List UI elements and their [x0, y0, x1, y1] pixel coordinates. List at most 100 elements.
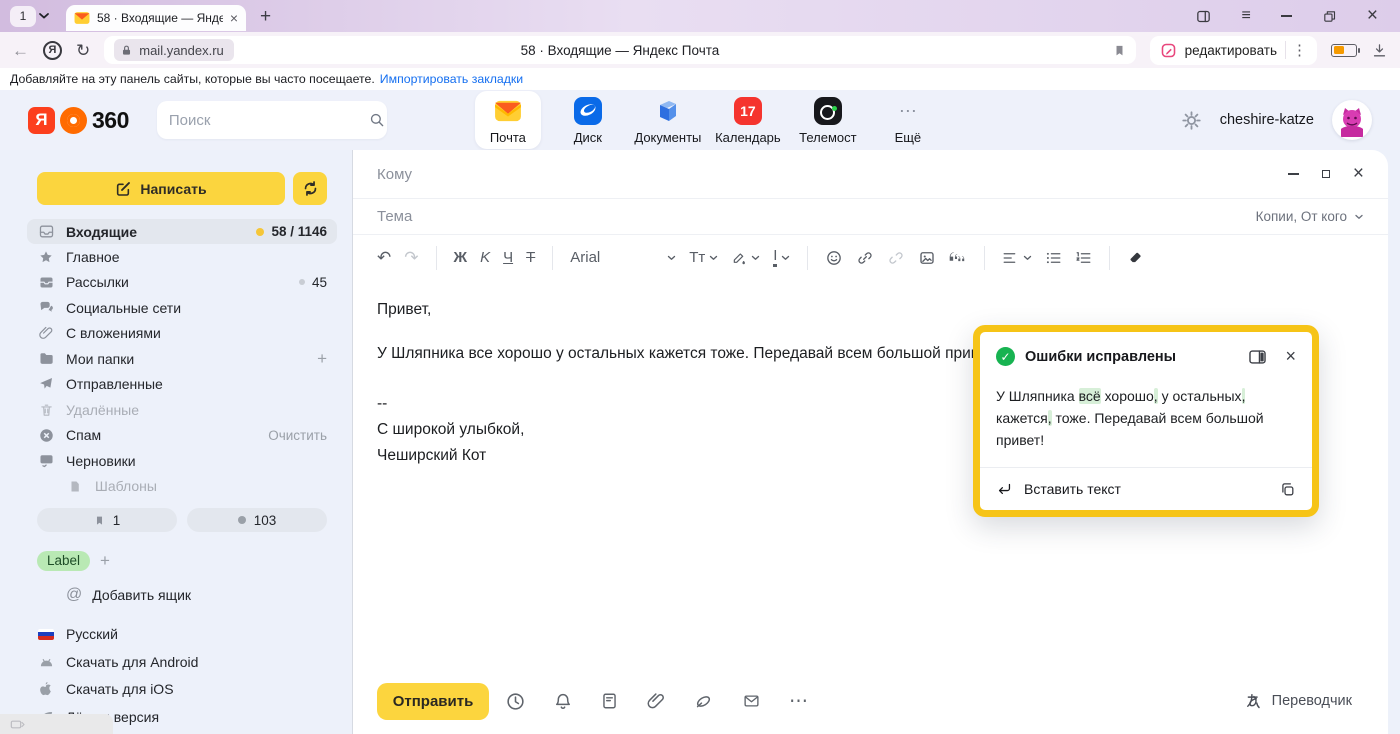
- notify-bell-icon[interactable]: [553, 691, 573, 712]
- copy-icon[interactable]: [1279, 481, 1296, 498]
- service-telemost[interactable]: Телемост: [795, 91, 861, 149]
- strikethrough-button[interactable]: Т: [526, 249, 535, 266]
- service-disk[interactable]: Диск: [555, 91, 621, 149]
- template-doc-icon[interactable]: [600, 691, 619, 711]
- compose-button[interactable]: Написать: [37, 172, 285, 205]
- browser-tab[interactable]: 58 · Входящие — Янде ×: [66, 5, 246, 31]
- schedule-send-icon[interactable]: [505, 691, 526, 712]
- add-mailbox[interactable]: @ Добавить ящик: [37, 586, 327, 604]
- documents-service-icon: [653, 96, 683, 126]
- send-button[interactable]: Отправить: [377, 683, 489, 720]
- insert-image-icon[interactable]: [918, 249, 936, 267]
- subject-field[interactable]: [377, 208, 1256, 225]
- popup-close-icon[interactable]: ×: [1285, 346, 1296, 367]
- font-family-select[interactable]: Arial: [570, 249, 676, 266]
- browser-corner-widget[interactable]: [0, 714, 113, 734]
- minimize-window-icon[interactable]: [1281, 15, 1292, 17]
- search-input[interactable]: [169, 112, 368, 129]
- redo-icon[interactable]: ↷: [404, 248, 418, 268]
- service-more[interactable]: ⋯ Ещё: [875, 91, 941, 149]
- label-tag[interactable]: Label: [37, 551, 90, 571]
- more-actions-icon[interactable]: ⋯: [789, 690, 808, 713]
- tab-count[interactable]: 1: [10, 6, 36, 27]
- numbered-list-icon[interactable]: [1075, 251, 1092, 265]
- browser-menu-icon[interactable]: ≡: [1242, 7, 1251, 25]
- insert-text-button[interactable]: Вставить текст: [1024, 481, 1121, 497]
- clear-spam-action[interactable]: Очистить: [268, 428, 327, 443]
- edit-more-icon[interactable]: ⋮: [1285, 41, 1307, 59]
- sidebar-item-main[interactable]: Главное: [37, 244, 327, 270]
- open-in-panel-icon[interactable]: [1248, 349, 1267, 365]
- seal-stamp-icon[interactable]: [693, 692, 714, 711]
- font-size-select[interactable]: Tт: [689, 249, 718, 266]
- compose-maximize-icon[interactable]: [1322, 170, 1330, 178]
- address-bar[interactable]: mail.yandex.ru 58 · Входящие — Яндекс По…: [104, 36, 1135, 64]
- service-documents[interactable]: Документы: [635, 91, 701, 149]
- downloads-icon[interactable]: [1371, 42, 1388, 59]
- underline-button[interactable]: Ч: [503, 249, 513, 266]
- language-link[interactable]: Русский: [37, 626, 327, 642]
- align-select[interactable]: [1002, 251, 1032, 265]
- back-icon[interactable]: ←: [12, 42, 29, 59]
- add-folder-icon[interactable]: +: [317, 349, 327, 369]
- sidebar-item-my-folders[interactable]: Мои папки +: [37, 346, 327, 372]
- bold-button[interactable]: Ж: [454, 249, 468, 266]
- service-mail[interactable]: Почта: [475, 91, 541, 149]
- refresh-button[interactable]: [293, 172, 327, 205]
- translator-button[interactable]: Переводчик: [1244, 692, 1364, 711]
- yandex360-logo[interactable]: Я 360: [28, 107, 129, 134]
- battery-icon[interactable]: [1331, 44, 1357, 57]
- italic-button[interactable]: K: [480, 249, 490, 266]
- unlink-icon[interactable]: [887, 249, 905, 267]
- clear-formatting-icon[interactable]: [1127, 249, 1144, 266]
- settings-gear-icon[interactable]: [1181, 110, 1202, 131]
- sidebar-item-sent[interactable]: Отправленные: [37, 372, 327, 398]
- compose-close-icon[interactable]: ×: [1353, 163, 1364, 185]
- service-calendar[interactable]: 17 Календарь: [715, 91, 781, 149]
- side-panel-icon[interactable]: [1195, 8, 1212, 25]
- username[interactable]: cheshire-katze: [1220, 112, 1314, 128]
- site-chip[interactable]: mail.yandex.ru: [114, 39, 234, 61]
- yandex-button[interactable]: Я: [43, 41, 62, 60]
- restore-window-icon[interactable]: [1322, 9, 1337, 24]
- sidebar-item-social[interactable]: Социальные сети: [37, 295, 327, 321]
- undo-icon[interactable]: ↶: [377, 248, 391, 268]
- pinned-filter-pill[interactable]: 1: [37, 508, 177, 532]
- download-android-link[interactable]: Скачать для Android: [37, 654, 327, 670]
- sidebar-item-trash[interactable]: Удалённые: [37, 397, 327, 423]
- avatar[interactable]: [1332, 100, 1372, 140]
- quote-icon[interactable]: [949, 251, 967, 265]
- emoji-icon[interactable]: [825, 249, 843, 267]
- text-color-select[interactable]: I: [773, 248, 790, 267]
- tab-group-control[interactable]: 1: [10, 6, 50, 27]
- postcard-envelope-icon[interactable]: [741, 692, 762, 710]
- sidebar-item-templates[interactable]: Шаблоны: [37, 474, 327, 500]
- reload-icon[interactable]: ↻: [76, 42, 90, 59]
- download-ios-link[interactable]: Скачать для iOS: [37, 681, 327, 697]
- link-icon[interactable]: [856, 249, 874, 267]
- to-field[interactable]: [377, 166, 1288, 183]
- sidebar-item-spam[interactable]: Спам Очистить: [37, 423, 327, 449]
- highlight-color-select[interactable]: [731, 250, 760, 266]
- search-icon[interactable]: [368, 111, 386, 129]
- search-box[interactable]: [157, 101, 387, 139]
- bullet-list-icon[interactable]: [1045, 251, 1062, 265]
- close-window-icon[interactable]: ×: [1367, 5, 1378, 27]
- edit-button[interactable]: редактировать ⋮: [1150, 36, 1317, 65]
- attach-file-icon[interactable]: [646, 691, 666, 711]
- bookmark-icon[interactable]: [1113, 43, 1126, 58]
- ink-drop-icon: [731, 250, 747, 266]
- cc-from-toggle[interactable]: Копии, От кого: [1256, 209, 1364, 224]
- chevron-down-icon[interactable]: [38, 12, 50, 20]
- new-tab-button[interactable]: +: [260, 7, 271, 26]
- sidebar-item-attachments[interactable]: С вложениями: [37, 321, 327, 347]
- sidebar-item-inbox[interactable]: Входящие 58 / 1146: [27, 219, 337, 244]
- add-label-icon[interactable]: +: [100, 551, 110, 571]
- unread-filter-pill[interactable]: 103: [187, 508, 327, 532]
- tab-close-icon[interactable]: ×: [230, 10, 238, 26]
- sidebar-item-drafts[interactable]: Черновики: [37, 448, 327, 474]
- import-bookmarks-link[interactable]: Импортировать закладки: [380, 72, 523, 86]
- cc-from-label: Копии, От кого: [1256, 209, 1347, 224]
- compose-minimize-icon[interactable]: [1288, 173, 1299, 175]
- sidebar-item-mailings[interactable]: Рассылки 45: [37, 270, 327, 296]
